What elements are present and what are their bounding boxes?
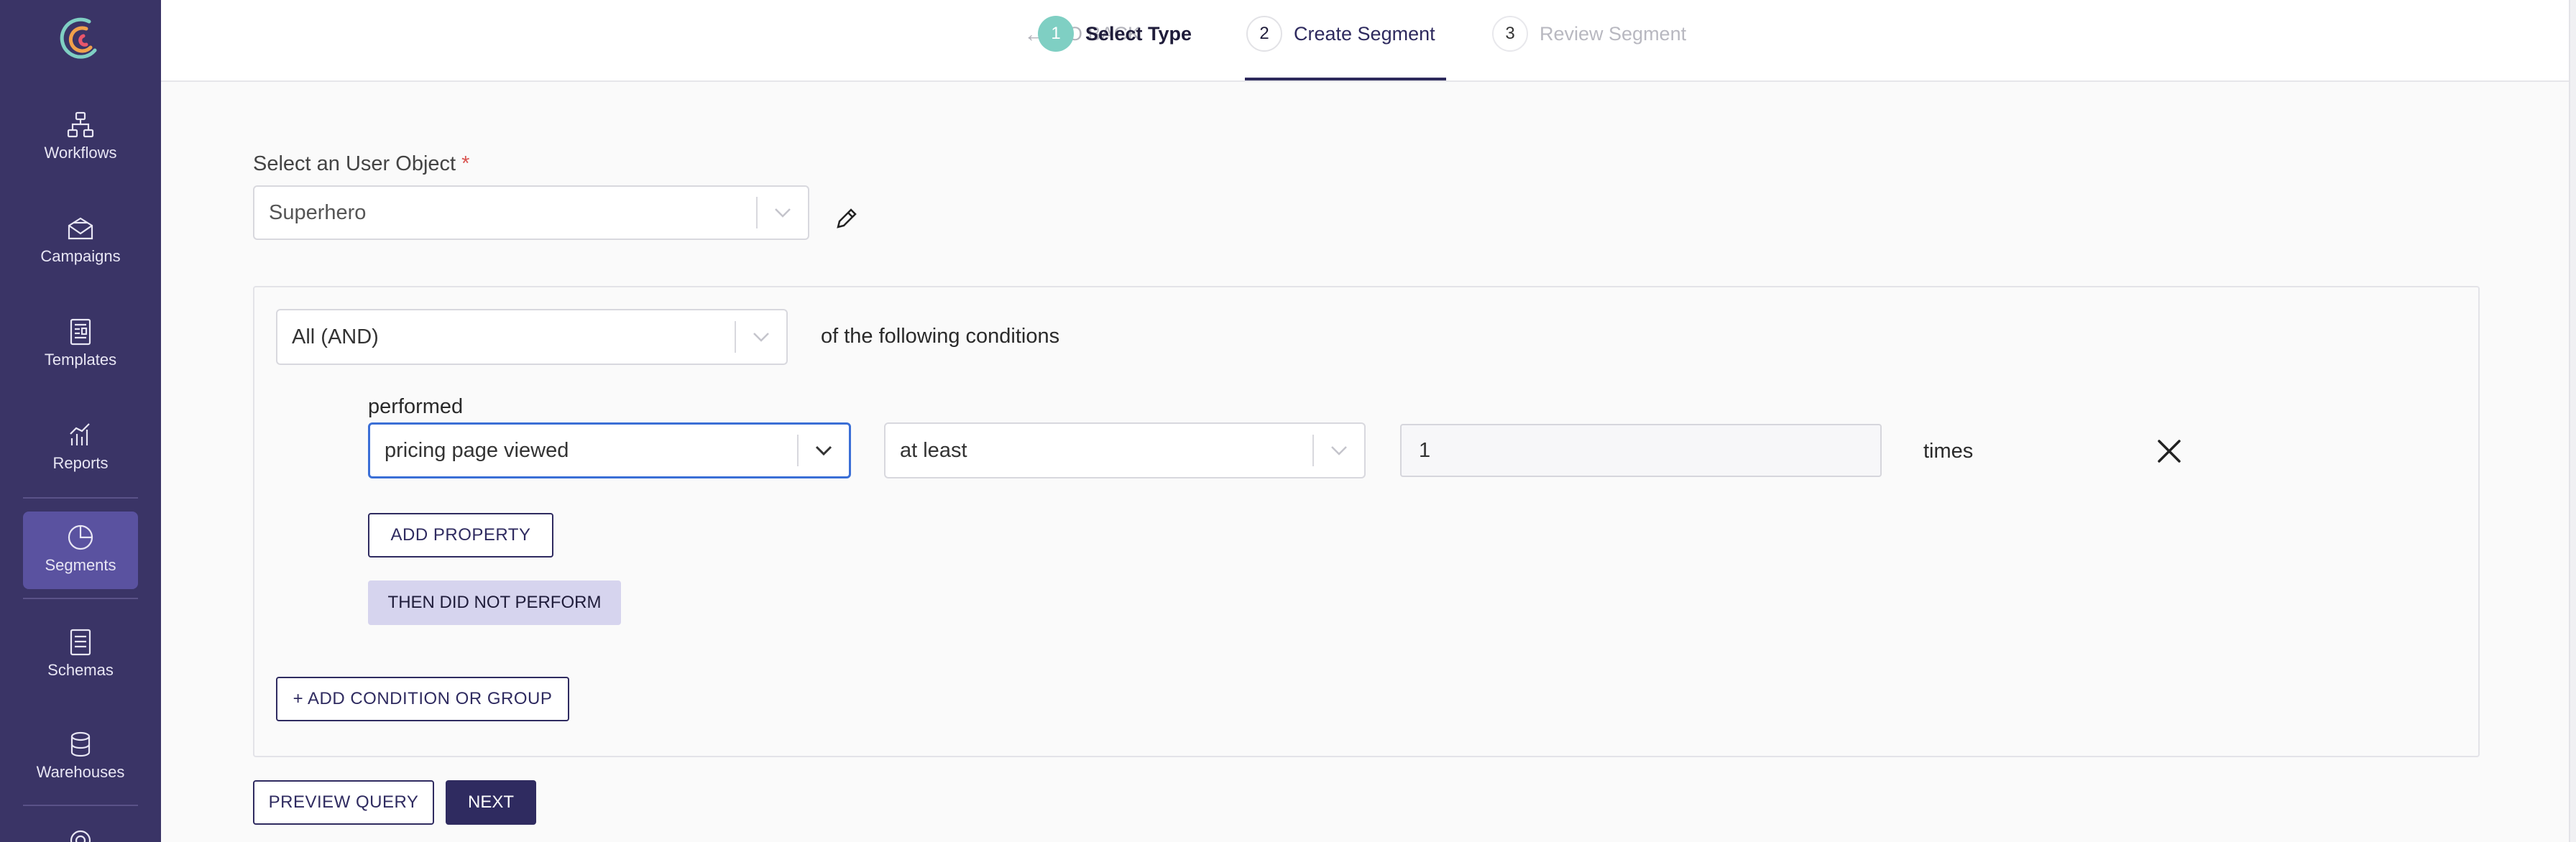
scrollbar[interactable]	[2569, 0, 2576, 842]
event-select[interactable]: pricing page viewed	[368, 422, 851, 478]
chevron-down-icon	[736, 332, 786, 342]
sidebar-item-label: Warehouses	[36, 763, 125, 781]
chevron-down-icon	[1314, 445, 1364, 455]
chevron-down-icon	[758, 208, 808, 218]
times-label: times	[1923, 440, 1974, 463]
add-condition-button[interactable]: + ADD CONDITION OR GROUP	[276, 677, 569, 721]
sidebar-item-workflows[interactable]: Workflows	[23, 99, 138, 177]
select-value: pricing page viewed	[385, 438, 569, 462]
user-object-label: Select an User Object *	[253, 152, 470, 175]
active-step-indicator	[1245, 78, 1446, 80]
sidebar-divider	[23, 497, 138, 499]
step-create-segment[interactable]: 2 Create Segment	[1246, 16, 1435, 52]
count-input[interactable]: 1	[1400, 424, 1882, 477]
sidebar-divider	[23, 598, 138, 599]
edit-pencil-icon[interactable]	[834, 205, 860, 231]
select-value: All (AND)	[292, 325, 379, 348]
step-number: 1	[1038, 16, 1074, 52]
sidebar-item-label: Reports	[52, 454, 109, 472]
sidebar-divider	[23, 805, 138, 806]
chart-icon	[70, 423, 90, 445]
match-suffix-text: of the following conditions	[821, 325, 1060, 348]
sidebar-item-templates[interactable]: Templates	[23, 306, 138, 384]
preview-query-button[interactable]: PREVIEW QUERY	[253, 780, 434, 825]
sidebar-item-schemas[interactable]: Schemas	[23, 616, 138, 694]
user-object-select[interactable]: Superhero	[253, 185, 809, 240]
document-icon	[70, 629, 91, 656]
then-did-not-perform-button[interactable]: THEN DID NOT PERFORM	[368, 580, 621, 625]
step-number: 2	[1246, 16, 1282, 52]
sidebar-item-label: Segments	[45, 556, 116, 574]
select-value: at least	[900, 438, 967, 462]
step-select-type[interactable]: 1 Select Type	[1038, 16, 1192, 52]
performed-label: performed	[368, 395, 464, 418]
required-mark: *	[461, 152, 470, 175]
envelope-icon	[68, 217, 93, 240]
sidebar: Workflows Campaigns Templates Reports Se…	[0, 0, 161, 842]
settings-icon[interactable]	[66, 826, 95, 842]
template-icon	[70, 318, 91, 346]
workflow-icon	[67, 111, 94, 138]
step-review-segment[interactable]: 3 Review Segment	[1492, 16, 1686, 52]
add-property-button[interactable]: ADD PROPERTY	[368, 513, 553, 558]
step-label: Review Segment	[1540, 22, 1687, 45]
select-value: Superhero	[269, 200, 367, 224]
sidebar-item-label: Templates	[44, 351, 117, 369]
chevron-down-icon	[799, 445, 849, 456]
stepper-bar: ← GO BACK 1 Select Type 2 Create Segment…	[161, 0, 2576, 82]
next-button[interactable]: NEXT	[446, 780, 536, 825]
step-label: Select Type	[1085, 22, 1192, 45]
match-type-select[interactable]: All (AND)	[276, 309, 788, 365]
sidebar-item-campaigns[interactable]: Campaigns	[23, 203, 138, 280]
pie-chart-icon	[68, 524, 93, 550]
sidebar-item-label: Campaigns	[40, 247, 121, 265]
brand-logo[interactable]	[58, 13, 104, 65]
database-icon	[70, 731, 91, 757]
sidebar-item-label: Workflows	[44, 144, 117, 162]
step-label: Create Segment	[1294, 22, 1435, 45]
close-icon[interactable]	[2155, 437, 2184, 466]
operator-select[interactable]: at least	[884, 422, 1366, 478]
sidebar-item-label: Schemas	[47, 661, 114, 679]
step-number: 3	[1492, 16, 1528, 52]
sidebar-item-reports[interactable]: Reports	[23, 410, 138, 487]
sidebar-item-segments[interactable]: Segments	[23, 512, 138, 589]
sidebar-item-warehouses[interactable]: Warehouses	[23, 718, 138, 796]
